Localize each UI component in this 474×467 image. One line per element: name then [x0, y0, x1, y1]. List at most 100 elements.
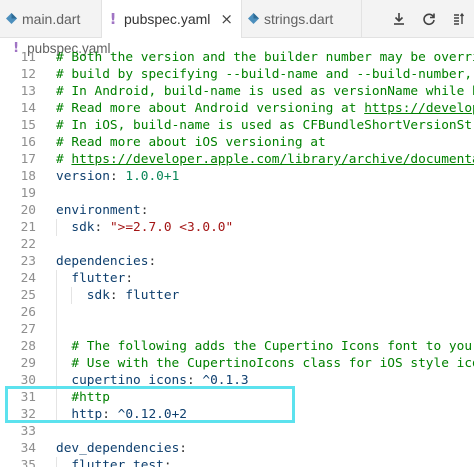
indent-guide: [56, 457, 57, 467]
code-text: # Both the version and the builder numbe…: [56, 49, 474, 66]
line-number: 33: [20, 424, 36, 439]
code-token: # In iOS, build-name is used as CFBundle…: [56, 118, 474, 133]
line-number: 34: [20, 441, 36, 456]
code-token: # Use with the CupertinoIcons class for …: [71, 356, 474, 371]
code-token: :: [125, 271, 134, 286]
code-line: 23 dependencies:: [0, 253, 474, 270]
code-token: :: [140, 203, 149, 218]
refresh-icon[interactable]: [414, 4, 444, 34]
code-token: flutter: [125, 288, 180, 303]
code-line: 14 # Read more about Android versioning a…: [0, 100, 474, 117]
code-text: # build by specifying --build-name and -…: [56, 66, 474, 83]
code-token: # Read more about Android versioning at: [56, 101, 365, 116]
code-line: 22: [0, 236, 474, 253]
code-line: 13 # In Android, build-name is used as ve…: [0, 83, 474, 100]
code-token: environment: [56, 203, 141, 218]
tab-strings-dart[interactable]: strings.dart: [242, 0, 362, 37]
code-text: # https://developer.apple.com/library/ar…: [56, 151, 474, 168]
code-line: 26: [0, 304, 474, 321]
code-text: # Use with the CupertinoIcons class for …: [71, 355, 474, 372]
line-number: 26: [20, 305, 36, 320]
line-number: 18: [20, 169, 36, 184]
code-token: # In Android, build-name is used as vers…: [56, 84, 474, 99]
code-line: 16 # Read more about iOS versioning at: [0, 134, 474, 151]
code-text: # In iOS, build-name is used as CFBundle…: [56, 117, 474, 134]
tab-label: main.dart: [22, 10, 81, 27]
code-link[interactable]: https://developer.and: [364, 101, 474, 116]
code-text: # Read more about Android versioning at …: [56, 100, 474, 117]
line-number: 19: [20, 186, 36, 201]
tab-main-dart[interactable]: main.dart: [0, 0, 102, 37]
code-line: 28 # The following adds the Cupertino Ico…: [0, 338, 474, 355]
line-number: 35: [20, 458, 36, 467]
code-line: 21 sdk: ">=2.7.0 <3.0.0": [0, 219, 474, 236]
line-number: 12: [20, 67, 36, 82]
line-number: 22: [20, 237, 36, 252]
code-token: :: [148, 254, 157, 269]
line-number: 16: [20, 135, 36, 150]
code-token: :: [179, 441, 187, 456]
code-text: # Read more about iOS versioning at: [56, 134, 326, 151]
line-number: 11: [20, 50, 36, 65]
indent-guide: [56, 321, 57, 338]
code-token: dependencies: [56, 254, 149, 269]
code-line: 24 flutter:: [0, 270, 474, 287]
code-line: 17 # https://developer.apple.com/library/…: [0, 151, 474, 168]
code-token: # build by specifying --build-name and -…: [56, 67, 473, 82]
code-line: 18 version: 1.0.0+1: [0, 168, 474, 185]
editor-tab-bar: main.dart ! pubspec.yaml × strings.dart: [0, 0, 474, 38]
line-number: 27: [20, 322, 36, 337]
code-text: dev_dependencies:: [56, 440, 187, 457]
code-token: :: [109, 288, 126, 303]
code-text: # The following adds the Cupertino Icons…: [71, 338, 474, 355]
code-line: 29 # Use with the CupertinoIcons class fo…: [0, 355, 474, 372]
code-line: 19: [0, 185, 474, 202]
line-number: 29: [20, 356, 36, 371]
code-line: 12 # build by specifying --build-name and…: [0, 66, 474, 83]
line-number: 20: [20, 203, 36, 218]
yaml-icon: !: [109, 10, 117, 28]
code-text: sdk: flutter: [87, 287, 179, 304]
code-token: dev_dependencies: [56, 441, 180, 456]
code-line: 33: [0, 423, 474, 440]
code-line: 35 flutter_test:: [0, 457, 474, 467]
tab-pubspec-yaml[interactable]: ! pubspec.yaml ×: [102, 0, 242, 38]
download-icon[interactable]: [384, 4, 414, 34]
line-number: 28: [20, 339, 36, 354]
indent-guide: [56, 355, 57, 372]
close-icon[interactable]: ×: [220, 10, 233, 28]
dart-icon: [242, 12, 264, 25]
line-number: 15: [20, 118, 36, 133]
code-link[interactable]: https://developer.apple.com/library/arch…: [71, 152, 474, 167]
line-number: 24: [20, 271, 36, 286]
code-line: 27: [0, 321, 474, 338]
code-line: 20 environment:: [0, 202, 474, 219]
line-number: 14: [20, 101, 36, 116]
code-token: flutter: [71, 271, 126, 286]
code-line: 25 sdk: flutter: [0, 287, 474, 304]
code-token: # The following adds the Cupertino Icons…: [71, 339, 474, 354]
indent-guide: [56, 219, 57, 236]
editor-actions: [384, 0, 474, 37]
highlight-box: [5, 386, 295, 423]
indent-guide: [56, 338, 57, 355]
code-token: :: [109, 169, 126, 184]
indent-guide: [56, 270, 57, 287]
open-changes-icon[interactable]: [444, 4, 474, 34]
code-token: sdk: [71, 220, 95, 235]
code-text: sdk: ">=2.7.0 <3.0.0": [71, 219, 233, 236]
code-line: 34 dev_dependencies:: [0, 440, 474, 457]
indent-guide: [56, 287, 57, 304]
indent-guide: [71, 287, 73, 304]
code-text: dependencies:: [56, 253, 156, 270]
code-text: flutter:: [71, 270, 133, 287]
code-line: 11 # Both the version and the builder num…: [0, 49, 474, 66]
indent-guide: [56, 304, 57, 321]
line-number: 23: [20, 254, 36, 269]
code-token: flutter_test: [71, 458, 164, 467]
line-number: 13: [20, 84, 36, 99]
tab-label: pubspec.yaml: [124, 11, 211, 27]
line-number: 25: [20, 288, 36, 303]
code-token: ">=2.7.0 <3.0.0": [109, 220, 234, 235]
code-token: sdk: [86, 288, 110, 303]
